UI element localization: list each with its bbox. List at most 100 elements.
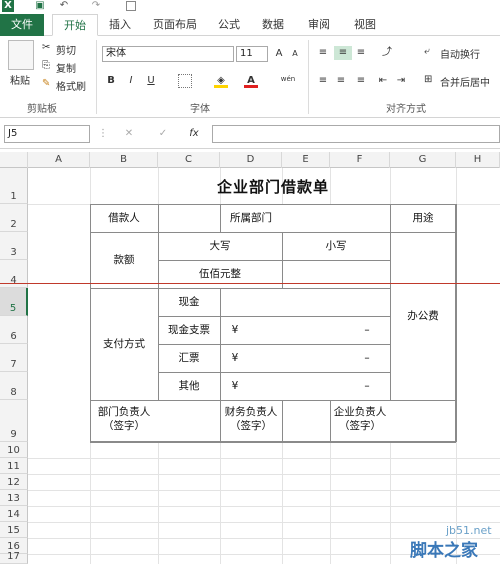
select-all-corner[interactable] bbox=[0, 152, 28, 168]
tab-insert[interactable]: 插入 bbox=[102, 14, 138, 36]
orientation-icon[interactable]: ⤴ bbox=[380, 46, 394, 60]
bold-button[interactable]: B bbox=[104, 74, 118, 88]
form-border bbox=[220, 288, 221, 400]
form-border bbox=[282, 400, 283, 442]
redo-icon[interactable]: ↷ bbox=[90, 0, 102, 12]
format-painter-icon[interactable]: ✎ bbox=[42, 78, 50, 89]
align-right-icon[interactable]: ≡ bbox=[354, 74, 368, 88]
group-divider bbox=[308, 40, 309, 114]
wrap-text-button[interactable]: 自动换行 bbox=[440, 46, 480, 61]
copy-icon[interactable]: ⎘ bbox=[42, 60, 50, 71]
watermark-name: 脚本之家 bbox=[410, 541, 478, 561]
borrower-label: 借款人 bbox=[108, 211, 140, 224]
tab-formulas[interactable]: 公式 bbox=[212, 14, 246, 36]
form-border bbox=[90, 400, 456, 401]
tab-file[interactable]: 文件 bbox=[0, 14, 44, 36]
paste-button[interactable]: 粘贴 bbox=[10, 72, 30, 87]
undo-icon[interactable]: ↶ bbox=[58, 0, 70, 12]
align-middle-icon[interactable]: ≡ bbox=[334, 46, 352, 60]
align-left-icon[interactable]: ≡ bbox=[316, 74, 330, 88]
tab-home[interactable]: 开始 bbox=[52, 14, 98, 36]
save-icon[interactable]: ▣ bbox=[34, 0, 46, 12]
row-header[interactable]: 3 bbox=[0, 232, 28, 260]
decrease-indent-icon[interactable]: ⇤ bbox=[376, 74, 390, 88]
purpose-value: 办公费 bbox=[407, 309, 439, 322]
row-header[interactable]: 6 bbox=[0, 316, 28, 344]
row-header[interactable]: 15 bbox=[0, 522, 28, 538]
print-preview-icon[interactable] bbox=[126, 1, 136, 11]
tab-view[interactable]: 视图 bbox=[348, 14, 382, 36]
column-header[interactable]: G bbox=[390, 152, 456, 168]
wrap-text-icon[interactable]: ⤶ bbox=[424, 46, 430, 57]
column-header[interactable]: E bbox=[282, 152, 330, 168]
enter-icon[interactable]: ✓ bbox=[156, 127, 170, 141]
currency-symbol: ¥ bbox=[231, 323, 239, 336]
dash-value: – bbox=[364, 379, 370, 392]
row-header[interactable]: 13 bbox=[0, 490, 28, 506]
copy-button[interactable]: 复制 bbox=[56, 60, 76, 75]
other-label: 其他 bbox=[178, 379, 200, 392]
font-name-select[interactable]: 宋体 bbox=[102, 46, 234, 62]
row-header[interactable]: 11 bbox=[0, 458, 28, 474]
merge-center-button[interactable]: 合并后居中 bbox=[440, 74, 490, 89]
column-header[interactable]: H bbox=[456, 152, 500, 168]
row-header[interactable]: 2 bbox=[0, 204, 28, 232]
cancel-icon[interactable]: ✕ bbox=[122, 127, 136, 141]
column-header[interactable]: A bbox=[28, 152, 90, 168]
font-size-select[interactable]: 11 bbox=[236, 46, 268, 62]
row-header[interactable]: 10 bbox=[0, 442, 28, 458]
tab-review[interactable]: 审阅 bbox=[302, 14, 336, 36]
merge-icon[interactable]: ⊞ bbox=[424, 74, 432, 85]
row-header[interactable]: 9 bbox=[0, 400, 28, 442]
align-center-icon[interactable]: ≡ bbox=[334, 74, 348, 88]
purpose-label: 用途 bbox=[412, 211, 434, 224]
check-label: 现金支票 bbox=[168, 323, 210, 336]
italic-button[interactable]: I bbox=[124, 74, 138, 88]
excel-logo-icon: X bbox=[2, 0, 14, 12]
column-header[interactable]: C bbox=[158, 152, 220, 168]
increase-font-icon[interactable]: A bbox=[272, 47, 286, 61]
format-painter-button[interactable]: 格式刷 bbox=[56, 78, 86, 93]
draft-label: 汇票 bbox=[178, 351, 200, 364]
ceo-sign: （签字） bbox=[339, 419, 381, 432]
clipboard-group-label: 剪贴板 bbox=[27, 104, 57, 115]
insert-function-button[interactable]: fx bbox=[186, 127, 202, 141]
decrease-font-icon[interactable]: A bbox=[288, 47, 302, 61]
row-header[interactable]: 8 bbox=[0, 372, 28, 400]
currency-symbol: ¥ bbox=[231, 379, 239, 392]
cut-icon[interactable]: ✂ bbox=[42, 42, 50, 53]
fill-color-icon[interactable]: ◈ bbox=[214, 74, 228, 88]
paste-icon[interactable] bbox=[8, 40, 34, 70]
column-header[interactable]: F bbox=[330, 152, 390, 168]
align-bottom-icon[interactable]: ≡ bbox=[354, 46, 368, 60]
align-top-icon[interactable]: ≡ bbox=[316, 46, 330, 60]
form-title: 企业部门借款单 bbox=[216, 177, 329, 196]
phonetic-button[interactable]: wén bbox=[278, 72, 298, 86]
border-icon[interactable] bbox=[178, 74, 192, 88]
font-color-icon[interactable]: A bbox=[244, 74, 258, 88]
tab-data[interactable]: 数据 bbox=[256, 14, 290, 36]
form-border bbox=[90, 441, 456, 443]
row-header[interactable]: 7 bbox=[0, 344, 28, 372]
row-header[interactable]: 12 bbox=[0, 474, 28, 490]
gridline bbox=[28, 490, 500, 491]
underline-button[interactable]: U bbox=[144, 74, 158, 88]
currency-symbol: ¥ bbox=[231, 351, 239, 364]
department-label: 所属部门 bbox=[230, 211, 272, 224]
increase-indent-icon[interactable]: ⇥ bbox=[394, 74, 408, 88]
row-header-selected[interactable]: 5 bbox=[0, 288, 28, 316]
row-header[interactable]: 1 bbox=[0, 168, 28, 204]
ribbon: 粘贴 ✂ 剪切 ⎘ 复制 ✎ 格式刷 剪贴板 宋体 11 A A B I U ◈… bbox=[0, 36, 500, 118]
gridline bbox=[28, 474, 500, 475]
column-headers: A B C D E F G H bbox=[0, 152, 500, 168]
row-header[interactable]: 14 bbox=[0, 506, 28, 522]
row-header[interactable]: 17 bbox=[0, 551, 28, 564]
cut-button[interactable]: 剪切 bbox=[56, 42, 76, 57]
column-header[interactable]: D bbox=[220, 152, 282, 168]
name-box[interactable]: J5 bbox=[4, 125, 90, 143]
column-header[interactable]: B bbox=[90, 152, 158, 168]
finance-head-sign: （签字） bbox=[230, 419, 272, 432]
tab-page-layout[interactable]: 页面布局 bbox=[148, 14, 202, 36]
dash-value: – bbox=[364, 323, 370, 336]
formula-input[interactable] bbox=[212, 125, 500, 143]
